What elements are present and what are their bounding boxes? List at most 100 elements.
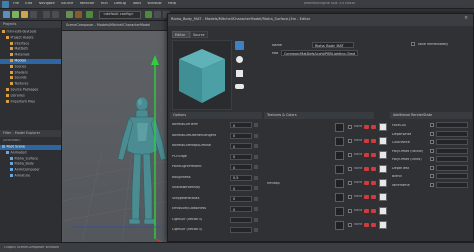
spinner-icon[interactable]: [254, 133, 258, 138]
undo-icon[interactable]: [43, 11, 50, 18]
spinner-icon[interactable]: [254, 196, 258, 201]
remove-texture-icon[interactable]: [371, 139, 376, 143]
remove-texture-icon[interactable]: [371, 153, 376, 157]
remove-texture-icon[interactable]: [371, 195, 376, 199]
save-all-icon[interactable]: [30, 11, 37, 18]
spinner-icon[interactable]: [254, 186, 258, 190]
remove-texture-icon[interactable]: [371, 223, 376, 227]
project-tree-item[interactable]: Shaders: [0, 70, 61, 76]
project-tree-item[interactable]: Textures: [0, 82, 61, 87]
color-swatch[interactable]: [379, 179, 387, 187]
menu-debug[interactable]: Debug: [114, 2, 126, 6]
option-value-field[interactable]: [230, 227, 252, 233]
debug-project-icon[interactable]: [154, 11, 161, 18]
renderstate-field[interactable]: [436, 164, 468, 171]
spinner-icon[interactable]: [254, 217, 258, 222]
renderstate-field[interactable]: [436, 139, 468, 145]
texture-enable-checkbox[interactable]: [348, 195, 352, 199]
save-immediately-checkbox[interactable]: [411, 42, 415, 46]
texture-enable-checkbox[interactable]: [348, 125, 352, 129]
renderstate-checkbox[interactable]: [430, 131, 434, 136]
scene-tree-item[interactable]: Animated: [0, 150, 61, 156]
texture-slot[interactable]: [335, 151, 344, 160]
renderstate-checkbox[interactable]: [430, 182, 434, 187]
renderstate-field[interactable]: [436, 130, 468, 137]
project-tree-item[interactable]: Scenes: [0, 64, 61, 70]
preview-cube-button[interactable]: [235, 41, 244, 50]
option-value-field[interactable]: 0: [230, 195, 252, 202]
color-swatch[interactable]: [379, 137, 387, 145]
menu-source[interactable]: Source: [61, 2, 73, 6]
remove-texture-icon[interactable]: [371, 167, 376, 171]
texture-slot[interactable]: [335, 165, 344, 174]
option-value-field[interactable]: 0: [230, 122, 252, 128]
spinner-icon[interactable]: [254, 228, 258, 232]
texture-slot[interactable]: [335, 207, 344, 216]
option-value-field[interactable]: 0: [230, 153, 252, 160]
clear-texture-icon[interactable]: [364, 209, 369, 213]
renderstate-checkbox[interactable]: [430, 157, 434, 161]
color-swatch[interactable]: [379, 123, 387, 131]
run-icon[interactable]: [86, 11, 93, 18]
texture-enable-checkbox[interactable]: [348, 223, 352, 227]
name-field[interactable]: Rioha_Body_MAT: [312, 42, 354, 48]
option-value-field[interactable]: 0.5: [230, 174, 252, 181]
option-value-field[interactable]: 0: [230, 132, 252, 139]
tab-source[interactable]: Source: [190, 31, 208, 38]
texture-slot[interactable]: [335, 179, 344, 188]
clear-texture-icon[interactable]: [364, 167, 369, 171]
menu-edit[interactable]: Edit: [25, 2, 32, 6]
gizmo-y-arrow-icon[interactable]: [151, 55, 159, 65]
project-tree-item[interactable]: Libraries: [0, 93, 61, 99]
menu-navigate[interactable]: Navigate: [39, 2, 55, 6]
viewport-tab[interactable]: SceneComposer - Models/MitchellCharacter…: [62, 21, 172, 31]
texture-slot[interactable]: [335, 123, 344, 132]
clear-texture-icon[interactable]: [364, 195, 369, 199]
clear-texture-icon[interactable]: [364, 153, 369, 157]
renderstate-field[interactable]: [436, 173, 468, 179]
spinner-icon[interactable]: [254, 144, 258, 148]
color-swatch[interactable]: [379, 193, 387, 201]
texture-slot[interactable]: [335, 193, 344, 202]
preview-quad-button[interactable]: [236, 70, 243, 77]
color-swatch[interactable]: [379, 207, 387, 215]
open-project-icon[interactable]: [21, 11, 28, 18]
project-tree-item[interactable]: Important Files: [0, 99, 61, 105]
clear-texture-icon[interactable]: [364, 139, 369, 143]
menu-tools[interactable]: Tools: [132, 2, 141, 6]
project-tree-item[interactable]: Materials: [0, 53, 61, 58]
build-icon[interactable]: [66, 11, 73, 18]
matdef-field[interactable]: Common/MatDefs/Light/PBRLighting.j3md: [281, 50, 358, 56]
renderstate-checkbox[interactable]: [430, 148, 434, 153]
spinner-icon[interactable]: [254, 123, 258, 127]
option-value-field[interactable]: 0: [230, 143, 252, 149]
project-tree-item[interactable]: Interface: [0, 41, 61, 47]
spinner-icon[interactable]: [254, 154, 258, 159]
menu-file[interactable]: File: [13, 2, 19, 6]
scene-viewport[interactable]: [61, 31, 170, 243]
texture-enable-checkbox[interactable]: [348, 139, 352, 143]
clear-texture-icon[interactable]: [364, 181, 369, 185]
project-tree-item[interactable]: Project Assets: [0, 35, 61, 41]
project-tree-item[interactable]: MatDefs: [0, 47, 61, 52]
texture-enable-checkbox[interactable]: [348, 153, 352, 157]
clean-build-icon[interactable]: [75, 11, 82, 18]
renderstate-field[interactable]: [436, 156, 468, 162]
spinner-icon[interactable]: [254, 207, 258, 211]
color-swatch[interactable]: [379, 151, 387, 159]
project-tree-item[interactable]: mini-edit-devtools: [0, 30, 61, 35]
renderstate-checkbox[interactable]: [430, 165, 434, 170]
remove-texture-icon[interactable]: [371, 125, 376, 129]
renderstate-field[interactable]: [436, 147, 468, 154]
preview-teapot-button[interactable]: [235, 84, 244, 89]
config-dropdown[interactable]: <default config>: [99, 11, 141, 19]
menu-window[interactable]: Window: [147, 2, 161, 6]
clear-texture-icon[interactable]: [364, 125, 369, 129]
close-icon[interactable]: ×: [464, 16, 470, 22]
texture-enable-checkbox[interactable]: [348, 209, 352, 213]
scene-tree-item[interactable]: AnimComposer: [0, 168, 61, 173]
project-tree-item[interactable]: Source Packages: [0, 88, 61, 93]
new-file-icon[interactable]: [3, 11, 10, 18]
editor-title-bar[interactable]: Rioha_Body_MAT - Models/MitchellCharacte…: [168, 14, 473, 26]
texture-enable-checkbox[interactable]: [348, 167, 352, 171]
